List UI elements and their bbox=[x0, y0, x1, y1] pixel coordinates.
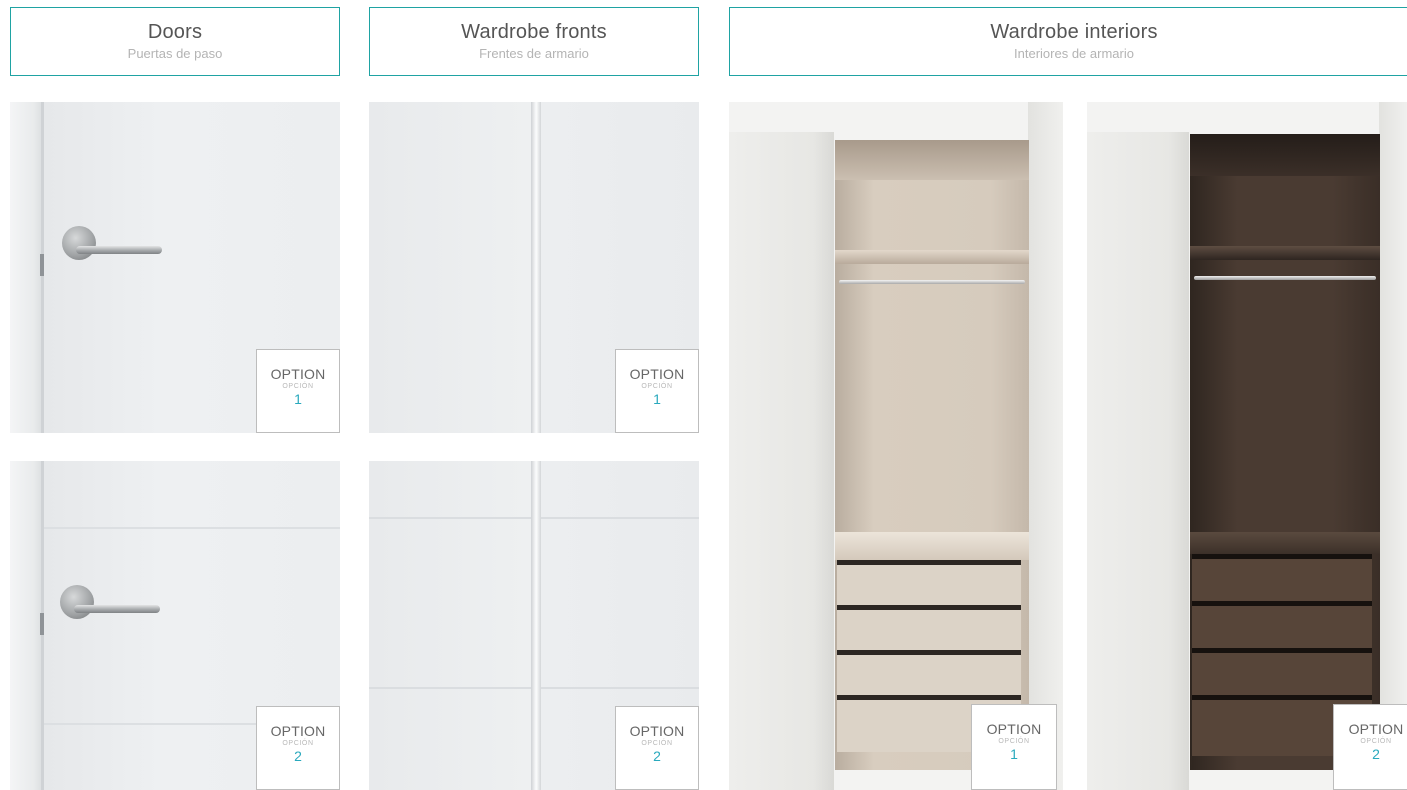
option-label-es: OPCIÓN bbox=[641, 740, 673, 747]
wardrobe-fronts-subtitle: Frentes de armario bbox=[479, 46, 589, 61]
wardrobe-fronts-title: Wardrobe fronts bbox=[461, 21, 607, 43]
drawer bbox=[837, 565, 1021, 605]
option-number: 2 bbox=[653, 748, 661, 764]
door-frame bbox=[10, 102, 44, 433]
handle-lever bbox=[76, 246, 162, 254]
option-badge[interactable]: OPTION OPCIÓN 2 bbox=[256, 706, 340, 790]
wardrobe-interior-option-1-photo[interactable]: OPTION OPCIÓN 1 bbox=[729, 102, 1063, 790]
wardrobe-side bbox=[1028, 102, 1063, 790]
wardrobe-interiors-header: Wardrobe interiors Interiores de armario bbox=[729, 7, 1407, 76]
option-badge[interactable]: OPTION OPCIÓN 1 bbox=[256, 349, 340, 433]
hinge bbox=[40, 254, 44, 276]
doors-subtitle: Puertas de paso bbox=[127, 46, 223, 61]
option-label: OPTION bbox=[1348, 721, 1404, 737]
door-option-2-photo[interactable]: OPTION OPCIÓN 2 bbox=[10, 461, 340, 790]
handle-lever bbox=[74, 605, 160, 613]
option-label: OPTION bbox=[270, 723, 326, 739]
hanging-rail bbox=[839, 280, 1025, 284]
wardrobe-interiors-subtitle: Interiores de armario bbox=[1014, 46, 1134, 61]
sliding-door bbox=[729, 132, 834, 790]
doors-title: Doors bbox=[147, 21, 203, 43]
handle-rose bbox=[62, 226, 96, 260]
handle-rose bbox=[60, 585, 94, 619]
shelf bbox=[1190, 246, 1380, 260]
option-number: 2 bbox=[294, 748, 302, 764]
wardrobe-interior-option-2-photo[interactable]: OPTION OPCIÓN 2 bbox=[1087, 102, 1407, 790]
drawer bbox=[837, 610, 1021, 650]
wardrobe-interiors-title: Wardrobe interiors bbox=[990, 21, 1158, 43]
sliding-door bbox=[1087, 132, 1189, 790]
option-label: OPTION bbox=[986, 721, 1042, 737]
front-panel-left bbox=[369, 461, 531, 790]
front-panel-left bbox=[369, 102, 531, 433]
wardrobe-fronts-header: Wardrobe fronts Frentes de armario bbox=[369, 7, 699, 76]
front-panel-gap bbox=[531, 461, 541, 790]
interior-cavity bbox=[835, 140, 1029, 770]
doors-header: Doors Puertas de paso bbox=[10, 7, 340, 76]
option-badge[interactable]: OPTION OPCIÓN 2 bbox=[615, 706, 699, 790]
option-number: 1 bbox=[1010, 746, 1018, 762]
option-badge[interactable]: OPTION OPCIÓN 2 bbox=[1333, 704, 1407, 790]
option-label-es: OPCIÓN bbox=[998, 738, 1030, 745]
door-frame bbox=[10, 461, 44, 790]
drawer bbox=[1192, 606, 1372, 648]
option-label-es: OPCIÓN bbox=[641, 383, 673, 390]
option-number: 1 bbox=[294, 391, 302, 407]
top-shelf bbox=[835, 140, 1029, 180]
drawer-top bbox=[1190, 532, 1380, 554]
option-label-es: OPCIÓN bbox=[282, 740, 314, 747]
drawer bbox=[1192, 653, 1372, 695]
option-badge[interactable]: OPTION OPCIÓN 1 bbox=[971, 704, 1057, 790]
option-label-es: OPCIÓN bbox=[1360, 738, 1392, 745]
door-groove bbox=[44, 527, 340, 529]
hanging-rail bbox=[1194, 276, 1376, 280]
hinge bbox=[40, 613, 44, 635]
shelf bbox=[835, 250, 1029, 264]
drawer-top bbox=[835, 532, 1029, 560]
option-label: OPTION bbox=[629, 723, 685, 739]
wardrobe-side bbox=[1379, 102, 1407, 790]
wardrobe-front-option-1-photo[interactable]: OPTION OPCIÓN 1 bbox=[369, 102, 699, 433]
front-panel-gap bbox=[531, 102, 541, 433]
option-label-es: OPCIÓN bbox=[282, 383, 314, 390]
option-label: OPTION bbox=[270, 366, 326, 382]
door-option-1-photo[interactable]: OPTION OPCIÓN 1 bbox=[10, 102, 340, 433]
option-number: 2 bbox=[1372, 746, 1380, 762]
option-number: 1 bbox=[653, 391, 661, 407]
drawer bbox=[837, 655, 1021, 695]
option-badge[interactable]: OPTION OPCIÓN 1 bbox=[615, 349, 699, 433]
wardrobe-front-option-2-photo[interactable]: OPTION OPCIÓN 2 bbox=[369, 461, 699, 790]
top-shelf bbox=[1190, 134, 1380, 176]
interior-cavity bbox=[1190, 134, 1380, 770]
option-label: OPTION bbox=[629, 366, 685, 382]
drawer bbox=[1192, 559, 1372, 601]
